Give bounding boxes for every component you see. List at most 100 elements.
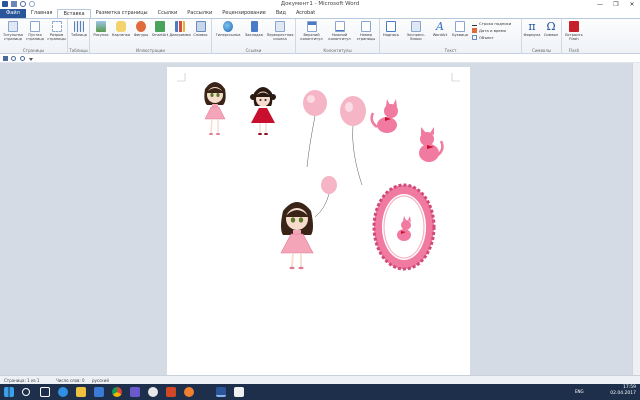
viewer-icon[interactable] xyxy=(234,387,244,397)
photos-icon[interactable] xyxy=(130,387,140,397)
group-pages: Титульная страница Пустая страница Разры… xyxy=(0,19,68,54)
task-view-icon[interactable] xyxy=(40,387,50,397)
girl-red-dress-image[interactable] xyxy=(250,87,276,135)
tab-acrobat[interactable]: Acrobat xyxy=(291,9,320,18)
table-button[interactable]: Таблица xyxy=(70,21,88,37)
customize-icon[interactable] xyxy=(29,58,33,61)
blank-page-icon xyxy=(30,21,40,32)
smartart-button[interactable]: SmartArt xyxy=(151,21,169,37)
media-icon[interactable] xyxy=(184,387,194,397)
language-indicator[interactable]: русский xyxy=(92,378,109,383)
group-label-headers: Колонтитулы xyxy=(323,48,352,53)
framed-cat-image[interactable] xyxy=(372,183,436,271)
word-count[interactable]: Число слов: 0 xyxy=(56,378,85,383)
tab-mailings[interactable]: Рассылки xyxy=(182,9,217,18)
group-tables: Таблица Таблицы xyxy=(68,19,90,54)
window-title: Документ1 - Microsoft Word xyxy=(280,1,360,7)
page-number-icon xyxy=(361,21,371,32)
picture-icon xyxy=(96,21,106,32)
cross-reference-icon xyxy=(275,21,285,32)
page-number-button[interactable]: Номер страницы xyxy=(354,21,378,41)
chart-button[interactable]: Диаграмма xyxy=(169,21,191,37)
system-clock[interactable]: 17:59 02.04.2017 xyxy=(610,385,636,397)
tab-view[interactable]: Вид xyxy=(271,9,291,18)
tab-insert[interactable]: Вставка xyxy=(57,9,91,18)
blank-page-button[interactable]: Пустая страница xyxy=(25,21,45,41)
chrome-icon[interactable] xyxy=(112,387,122,397)
windows-start-icon[interactable] xyxy=(4,387,14,397)
clipart-button[interactable]: Картинка xyxy=(111,21,131,37)
vertical-scrollbar[interactable] xyxy=(632,63,640,375)
shapes-icon xyxy=(136,21,146,32)
clipart-icon xyxy=(116,21,126,32)
picture-button[interactable]: Рисунок xyxy=(92,21,110,37)
word-taskbar-icon[interactable] xyxy=(216,387,226,397)
textbox-icon xyxy=(386,21,396,32)
dropcap-button[interactable]: Буквица xyxy=(450,21,470,37)
store-icon[interactable] xyxy=(94,387,104,397)
redo-icon[interactable] xyxy=(20,56,25,61)
girl-pink-dress-image[interactable] xyxy=(204,82,226,135)
cover-page-icon xyxy=(8,21,18,32)
object-icon xyxy=(472,35,477,40)
screenshot-icon xyxy=(195,21,206,32)
page-break-icon xyxy=(51,21,62,32)
input-language[interactable]: ENG xyxy=(575,389,584,394)
signature-line-button[interactable]: Строка подписи xyxy=(472,21,511,26)
pi-icon: π xyxy=(528,20,536,33)
footer-icon xyxy=(334,21,345,32)
group-label-pages: Страницы xyxy=(22,48,45,53)
save-icon[interactable] xyxy=(3,56,8,61)
group-label-text: Текст xyxy=(444,48,457,53)
app-icon[interactable] xyxy=(166,387,176,397)
cross-reference-button[interactable]: Перекрестная ссылка xyxy=(266,21,294,41)
group-label-illustrations: Иллюстрации xyxy=(136,48,165,53)
embed-flash-button[interactable]: Встроить Flash xyxy=(564,21,584,41)
tab-file[interactable]: Файл xyxy=(0,9,26,18)
object-button[interactable]: Объект xyxy=(472,35,494,40)
textbox-button[interactable]: Надпись xyxy=(381,21,401,37)
girl-with-balloon-image[interactable] xyxy=(280,176,337,270)
date-time-button[interactable]: Дата и время xyxy=(472,28,506,33)
group-headers: Верхний колонтитул Нижний колонтитул Ном… xyxy=(296,19,380,54)
tab-home[interactable]: Главная xyxy=(26,9,58,18)
flash-icon xyxy=(569,21,579,32)
formula-button[interactable]: π Формула xyxy=(523,21,541,37)
tab-review[interactable]: Рецензирование xyxy=(217,9,271,18)
search-icon[interactable] xyxy=(22,388,30,396)
close-button[interactable]: ✕ xyxy=(624,0,640,9)
tab-page-layout[interactable]: Разметка страницы xyxy=(91,9,153,18)
document-page[interactable] xyxy=(167,67,470,375)
maximize-button[interactable]: ❐ xyxy=(608,0,624,9)
group-illustrations: Рисунок Картинка Фигуры SmartArt Диаграм… xyxy=(90,19,212,54)
footer-button[interactable]: Нижний колонтитул xyxy=(326,21,353,41)
undo-icon[interactable] xyxy=(11,56,16,61)
pink-cat-image-2[interactable] xyxy=(419,127,444,162)
status-bar: Страница: 1 из 1 Число слов: 0 русский xyxy=(0,375,640,384)
globe-icon xyxy=(223,21,233,32)
cover-page-button[interactable]: Титульная страница xyxy=(2,21,24,41)
hyperlink-button[interactable]: Гиперссылка xyxy=(214,21,242,37)
balloons-image[interactable] xyxy=(303,90,366,186)
screenshot-button[interactable]: Снимок xyxy=(191,21,210,37)
edge-icon[interactable] xyxy=(58,387,68,397)
page-count[interactable]: Страница: 1 из 1 xyxy=(4,378,39,383)
wordart-button[interactable]: A WordArt xyxy=(431,21,449,37)
minimize-button[interactable]: — xyxy=(592,0,608,9)
quick-access-bar xyxy=(0,54,640,63)
wordart-icon: A xyxy=(436,20,444,33)
pink-cat-image[interactable] xyxy=(370,99,398,133)
quick-parts-button[interactable]: Экспресс-блоки xyxy=(402,21,430,41)
header-button[interactable]: Верхний колонтитул xyxy=(298,21,325,41)
tab-references[interactable]: Ссылки xyxy=(153,9,183,18)
document-workspace xyxy=(0,63,640,375)
page-break-button[interactable]: Разрыв страницы xyxy=(46,21,67,41)
group-flash: Встроить Flash Flash xyxy=(562,19,586,54)
shapes-button[interactable]: Фигуры xyxy=(132,21,150,37)
group-links: Гиперссылка Закладка Перекрестная ссылка… xyxy=(212,19,296,54)
folder-icon[interactable] xyxy=(76,387,86,397)
bookmark-button[interactable]: Закладка xyxy=(243,21,265,37)
smartart-icon xyxy=(155,21,165,32)
symbol-button[interactable]: Ω Символ xyxy=(542,21,560,37)
browser-icon[interactable] xyxy=(148,387,158,397)
